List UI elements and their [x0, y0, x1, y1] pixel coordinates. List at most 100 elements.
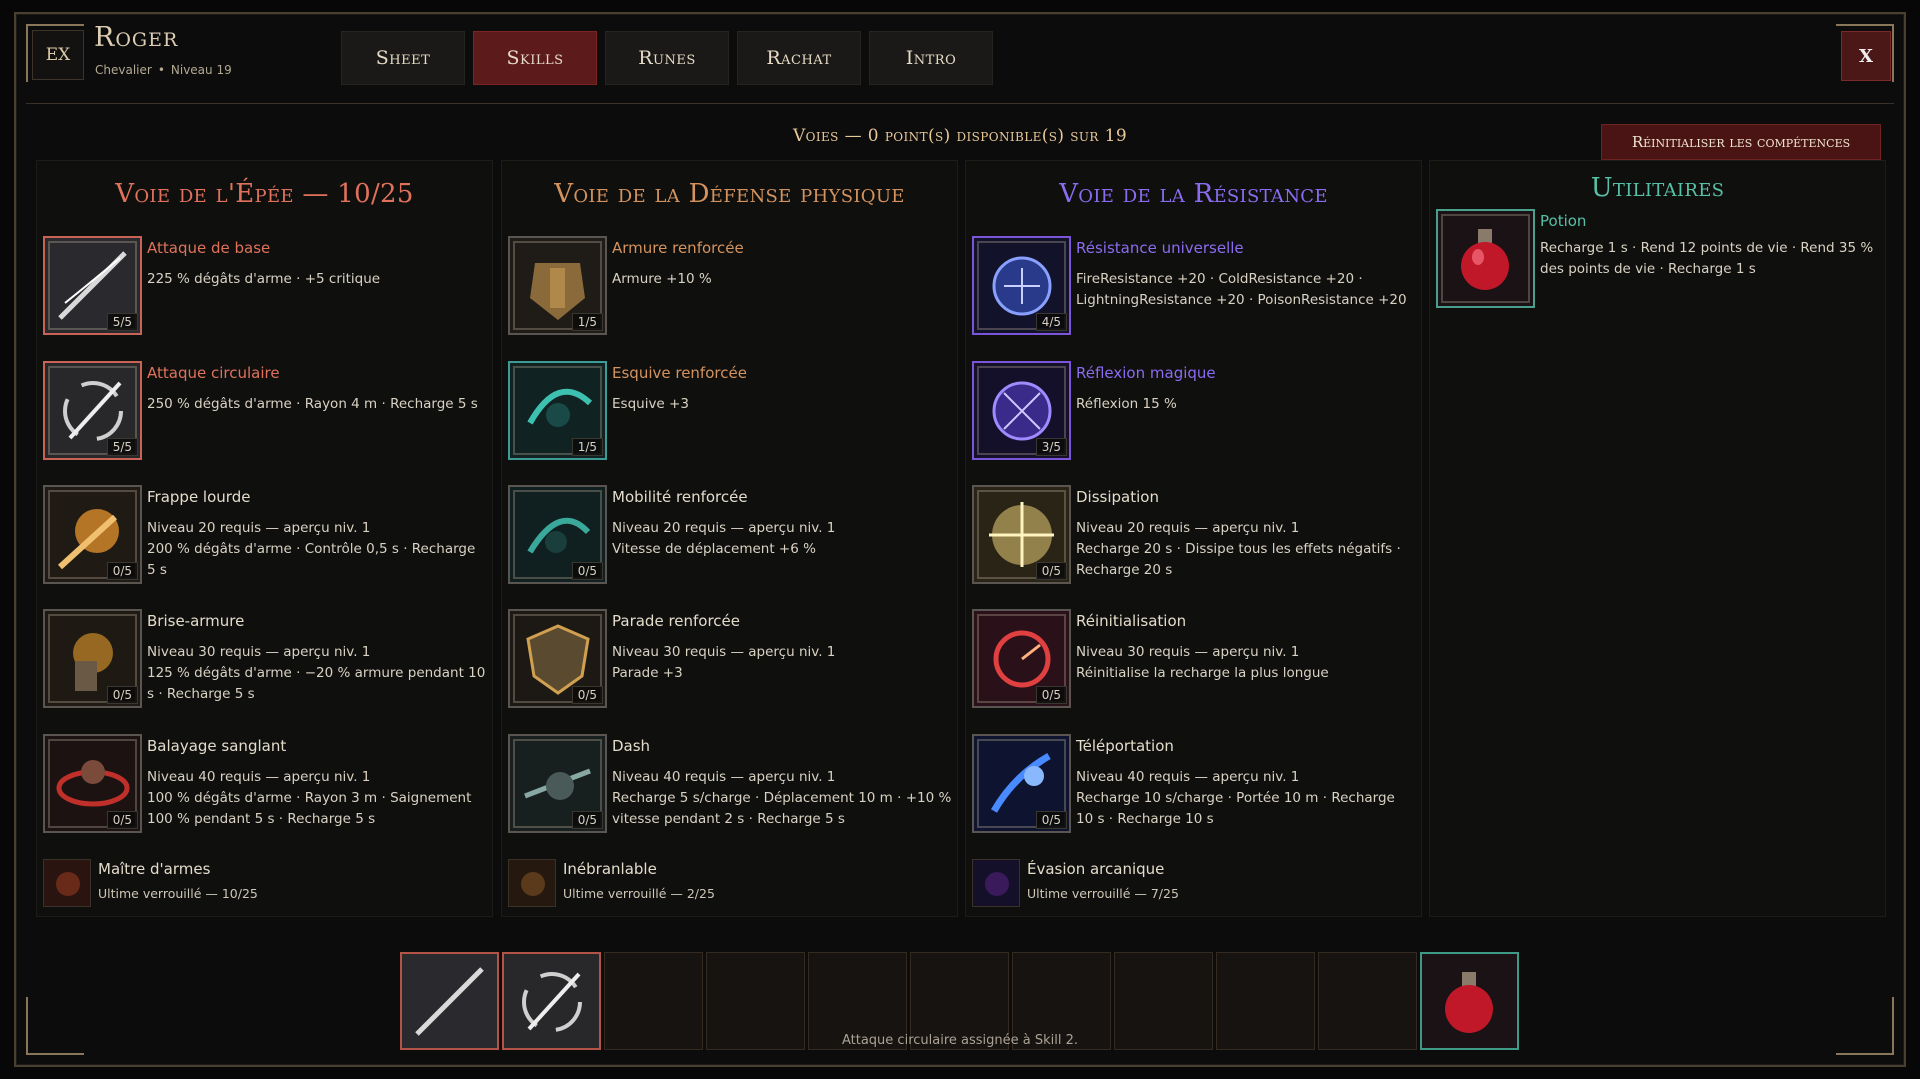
character-level: Niveau 19 — [170, 63, 232, 77]
ultimate-info: Inébranlable Ultime verrouillé — 2/25 — [563, 859, 715, 907]
divider — [26, 103, 1894, 104]
skill-level: 0/5 — [571, 562, 603, 580]
skill-requirement: Niveau 20 requis — aperçu niv. 1 — [1076, 520, 1300, 536]
skill-desc: FireResistance +20 · ColdResistance +20 … — [1076, 271, 1363, 287]
skill-level: 5/5 — [106, 438, 138, 456]
character-class: Chevalier — [95, 63, 152, 77]
skill-desc: Recharge 5 s/charge · Déplacement 10 m ·… — [612, 790, 952, 827]
dash-icon[interactable]: 0/5 — [508, 734, 607, 833]
skill-parade-renforcee[interactable]: 0/5 Parade renforcée Niveau 30 requis — … — [508, 609, 952, 708]
skill-desc: Réflexion 15 % — [1076, 396, 1177, 412]
skill-attaque-circulaire[interactable]: 5/5 Attaque circulaire 250 % dégâts d'ar… — [43, 361, 487, 460]
skill-name: Attaque circulaire — [147, 364, 280, 382]
path-column-utilitaires: Utilitaires Potion Recharge 1 s · Rend 1… — [1429, 160, 1886, 917]
skill-teleportation[interactable]: 0/5 Téléportation Niveau 40 requis — ape… — [972, 734, 1416, 833]
ultimate-icon — [43, 859, 91, 907]
skill-info: Balayage sanglant Niveau 40 requis — ape… — [147, 734, 487, 833]
skill-name: Attaque de base — [147, 239, 271, 257]
tab-runes[interactable]: Runes — [605, 31, 729, 85]
path-title: Voie de l'Épée — 10/25 — [115, 179, 414, 209]
skill-mobilite-renforcee[interactable]: 0/5 Mobilité renforcée Niveau 20 requis … — [508, 485, 952, 584]
dispel-icon[interactable]: 0/5 — [972, 485, 1071, 584]
skill-dash[interactable]: 0/5 Dash Niveau 40 requis — aperçu niv. … — [508, 734, 952, 833]
whirlwind-slash-icon[interactable]: 5/5 — [43, 361, 142, 460]
skill-attaque-de-base[interactable]: 5/5 Attaque de base 225 % dégâts d'arme … — [43, 236, 487, 335]
path-column-defense: Voie de la Défense physique 1/5 Armure r… — [501, 160, 958, 917]
heavy-strike-icon[interactable]: 0/5 — [43, 485, 142, 584]
teleport-icon[interactable]: 0/5 — [972, 734, 1071, 833]
skill-level: 0/5 — [106, 811, 138, 829]
tab-skills[interactable]: Skills — [473, 31, 597, 85]
skill-level: 0/5 — [1035, 811, 1067, 829]
skill-reinitialisation[interactable]: 0/5 Réinitialisation Niveau 30 requis — … — [972, 609, 1416, 708]
skill-requirement: Niveau 40 requis — aperçu niv. 1 — [612, 769, 836, 785]
close-button[interactable]: X — [1841, 31, 1891, 81]
skill-brise-armure[interactable]: 0/5 Brise-armure Niveau 30 requis — aper… — [43, 609, 487, 708]
path-column-resistance: Voie de la Résistance 4/5 Résistance uni… — [965, 160, 1422, 917]
dodge-icon[interactable]: 1/5 — [508, 361, 607, 460]
skill-info: Armure renforcée Armure +10 % — [612, 236, 952, 335]
skill-name: Résistance universelle — [1076, 239, 1244, 257]
skill-info: Frappe lourde Niveau 20 requis — aperçu … — [147, 485, 487, 584]
skill-dissipation[interactable]: 0/5 Dissipation Niveau 20 requis — aperç… — [972, 485, 1416, 584]
skill-level: 1/5 — [571, 313, 603, 331]
ultimate-info: Évasion arcanique Ultime verrouillé — 7/… — [1027, 859, 1179, 907]
reset-cooldown-icon[interactable]: 0/5 — [972, 609, 1071, 708]
ultimate-lock: Ultime verrouillé — 7/25 — [1027, 886, 1179, 901]
skill-desc: Recharge 1 s · Rend 12 points de vie · R… — [1540, 240, 1874, 277]
mobility-icon[interactable]: 0/5 — [508, 485, 607, 584]
skill-level: 0/5 — [106, 562, 138, 580]
skill-level: 0/5 — [106, 686, 138, 704]
skill-level: 5/5 — [106, 313, 138, 331]
path-title: Voie de la Défense physique — [554, 179, 905, 209]
path-title: Utilitaires — [1590, 173, 1725, 203]
skill-requirement: Niveau 30 requis — aperçu niv. 1 — [1076, 644, 1300, 660]
skill-armure-renforcee[interactable]: 1/5 Armure renforcée Armure +10 % — [508, 236, 952, 335]
skill-desc: Vitesse de déplacement +6 % — [612, 541, 816, 557]
skill-balayage-sanglant[interactable]: 0/5 Balayage sanglant Niveau 40 requis —… — [43, 734, 487, 833]
ultimate-inebranlable[interactable]: Inébranlable Ultime verrouillé — 2/25 — [508, 859, 715, 907]
skill-name: Réflexion magique — [1076, 364, 1216, 382]
skill-info: Résistance universelle FireResistance +2… — [1076, 236, 1416, 335]
skill-frappe-lourde[interactable]: 0/5 Frappe lourde Niveau 20 requis — ape… — [43, 485, 487, 584]
resistance-shield-icon[interactable]: 4/5 — [972, 236, 1071, 335]
character-name: Roger — [94, 22, 179, 53]
shield-icon[interactable]: 0/5 — [508, 609, 607, 708]
bloody-sweep-icon[interactable]: 0/5 — [43, 734, 142, 833]
ultimate-name: Évasion arcanique — [1027, 860, 1165, 878]
tab-rachat[interactable]: Rachat — [737, 31, 861, 85]
skill-name: Brise-armure — [147, 612, 245, 630]
tab-sheet[interactable]: Sheet — [341, 31, 465, 85]
skill-info: Potion Recharge 1 s · Rend 12 points de … — [1540, 209, 1885, 308]
armor-break-icon[interactable]: 0/5 — [43, 609, 142, 708]
skill-desc: 250 % dégâts d'arme · Rayon 4 m · Rechar… — [147, 396, 478, 412]
skill-level: 3/5 — [1035, 438, 1067, 456]
ultimate-evasion-arcanique[interactable]: Évasion arcanique Ultime verrouillé — 7/… — [972, 859, 1179, 907]
skill-desc: Réinitialise la recharge la plus longue — [1076, 665, 1329, 681]
magic-reflect-icon[interactable]: 3/5 — [972, 361, 1071, 460]
skill-info: Dash Niveau 40 requis — aperçu niv. 1 Re… — [612, 734, 952, 833]
reset-skills-button[interactable]: Réinitialiser les compétences — [1601, 124, 1881, 160]
skill-desc: 100 % dégâts d'arme · Rayon 3 m · Saigne… — [147, 790, 472, 827]
skill-reflexion-magique[interactable]: 3/5 Réflexion magique Réflexion 15 % — [972, 361, 1416, 460]
skill-requirement: Niveau 20 requis — aperçu niv. 1 — [147, 520, 371, 536]
tab-intro[interactable]: Intro — [869, 31, 993, 85]
skill-desc: Recharge 10 s/charge · Portée 10 m · Rec… — [1076, 790, 1395, 827]
skill-level: 0/5 — [1035, 562, 1067, 580]
armor-icon[interactable]: 1/5 — [508, 236, 607, 335]
skill-resistance-universelle[interactable]: 4/5 Résistance universelle FireResistanc… — [972, 236, 1416, 335]
sword-slash-icon[interactable]: 5/5 — [43, 236, 142, 335]
skill-desc: Esquive +3 — [612, 396, 689, 412]
ultimate-lock: Ultime verrouillé — 10/25 — [98, 886, 258, 901]
skill-level: 0/5 — [571, 686, 603, 704]
skill-potion[interactable]: Potion Recharge 1 s · Rend 12 points de … — [1436, 209, 1885, 308]
skill-info: Mobilité renforcée Niveau 20 requis — ap… — [612, 485, 952, 584]
brand-badge: EX — [32, 30, 84, 80]
skill-esquive-renforcee[interactable]: 1/5 Esquive renforcée Esquive +3 — [508, 361, 952, 460]
potion-icon[interactable] — [1436, 209, 1535, 308]
skill-info: Attaque de base 225 % dégâts d'arme · +5… — [147, 236, 487, 335]
skill-info: Attaque circulaire 250 % dégâts d'arme ·… — [147, 361, 487, 460]
skill-requirement: Niveau 40 requis — aperçu niv. 1 — [147, 769, 371, 785]
skill-desc: Parade +3 — [612, 665, 683, 681]
ultimate-maitre-d-armes[interactable]: Maître d'armes Ultime verrouillé — 10/25 — [43, 859, 258, 907]
